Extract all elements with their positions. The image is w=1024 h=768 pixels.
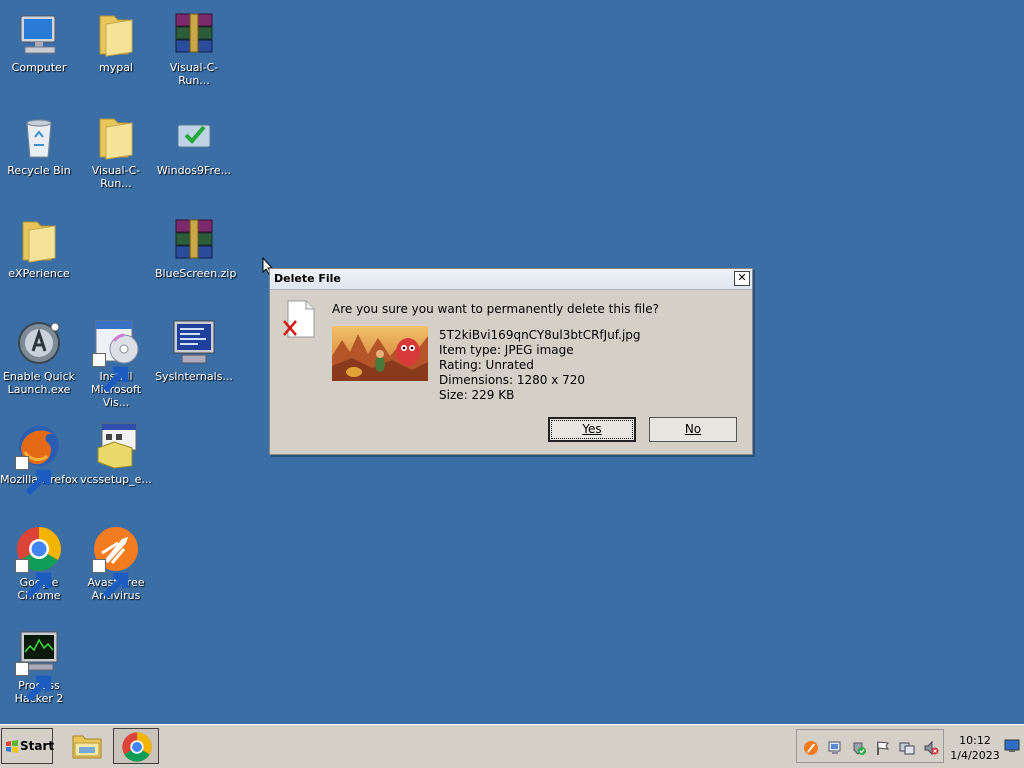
desktop-icon-avast[interactable]: Avast Free Antivirus [77, 525, 155, 602]
windows-logo-icon [6, 740, 18, 753]
desktop-icon-mypal[interactable]: mypal [77, 10, 155, 74]
firefox-icon [15, 422, 63, 496]
clock[interactable]: 10:12 1/4/2023 [948, 733, 1002, 763]
chrome-icon [15, 525, 63, 599]
desktop-icon-experience[interactable]: eXPerience [0, 216, 78, 280]
action-center-flag-icon[interactable] [875, 740, 891, 756]
desktop-icon-label: Recycle Bin [7, 164, 71, 177]
taskbar-file-explorer[interactable] [64, 728, 110, 764]
image-thumbnail [332, 326, 428, 381]
desktop-icon-recycle-bin[interactable]: Recycle Bin [0, 113, 78, 177]
item-type: Item type: JPEG image [439, 343, 574, 357]
desktop-icon-google-chrome[interactable]: Google Chrome [0, 525, 78, 602]
shortcut-arrow-icon [92, 353, 129, 393]
file-name: 5T2kiBvi169qnCY8ul3btCRfJuf.jpg [439, 328, 641, 342]
desktop-icon-label: mypal [98, 61, 133, 74]
desktop-icon-enable-quick-launch[interactable]: Enable Quick Launch.exe [0, 319, 78, 396]
file-size: Size: 229 KB [439, 388, 515, 402]
desktop-icon-mozilla-firefox[interactable]: Mozilla Firefox [0, 422, 78, 496]
winrar-archive-icon [170, 216, 218, 264]
folder-icon [92, 113, 140, 161]
folder-icon [15, 216, 63, 264]
chrome-icon [122, 732, 152, 762]
desktop-icon-bluescreen-zip[interactable]: BlueScreen.zip [155, 216, 237, 280]
dialog-titlebar[interactable]: Delete File ✕ [270, 269, 752, 290]
desktop-icon-visual-c-run-folder[interactable]: Visual-C-Run... [77, 113, 155, 190]
desktop-icon-label: Visual-C-Run... [91, 164, 141, 190]
desktop-icon-process-hacker[interactable]: Process Hacker 2 [0, 628, 78, 705]
shortcut-arrow-icon [15, 559, 52, 599]
recycle-bin-icon [15, 113, 63, 161]
desktop-icon-label: Computer [11, 61, 67, 74]
app-icon [15, 319, 63, 367]
clock-date: 1/4/2023 [950, 749, 1000, 762]
desktop-icon-computer[interactable]: Computer [0, 10, 78, 74]
clock-time: 10:12 [959, 734, 991, 747]
start-label: Start [20, 739, 55, 753]
taskbar: Start 10:12 1/4/2023 [0, 724, 1024, 768]
desktop-icon-vcssetup[interactable]: vcssetup_e... [77, 422, 155, 486]
no-button[interactable]: No [649, 417, 737, 442]
desktop-icon-windos9fre[interactable]: Windos9Fre... [155, 113, 233, 177]
system-tray [796, 729, 944, 763]
desktop-icon-label: SysInternals... [155, 370, 233, 383]
process-hacker-icon [15, 628, 63, 702]
volume-muted-icon[interactable] [923, 740, 939, 756]
no-button-label: No [684, 422, 702, 436]
desktop-icon-label: Windos9Fre... [156, 164, 232, 177]
file-info: 5T2kiBvi169qnCY8ul3btCRfJuf.jpg Item typ… [439, 328, 641, 403]
dialog-title: Delete File [274, 272, 341, 285]
taskbar-google-chrome[interactable] [113, 728, 159, 764]
file-explorer-icon [72, 735, 102, 759]
shortcut-arrow-icon [15, 662, 52, 702]
desktop-icon-label: Enable Quick Launch.exe [2, 370, 76, 396]
desktop-icon-label: eXPerience [8, 267, 70, 280]
dimensions: Dimensions: 1280 x 720 [439, 373, 586, 387]
delete-file-dialog: Delete File ✕ Are you sure you want to p… [269, 268, 753, 455]
avast-icon [92, 525, 140, 599]
monitor-app-icon [170, 319, 218, 367]
shortcut-arrow-icon [92, 559, 129, 599]
folder-icon [92, 10, 140, 58]
delete-file-icon [283, 300, 315, 338]
display-tray-icon[interactable] [899, 740, 915, 756]
shortcut-arrow-icon [15, 456, 52, 496]
dialog-question: Are you sure you want to permanently del… [332, 302, 659, 316]
avast-tray-icon[interactable] [803, 740, 819, 756]
installer-icon [170, 113, 218, 161]
setup-cd-icon [92, 319, 140, 393]
desktop-icon-label: Visual-C-Run... [169, 61, 219, 87]
show-desktop-icon[interactable] [1004, 739, 1020, 753]
setup-icon [92, 422, 140, 470]
security-tray-icon[interactable] [851, 740, 867, 756]
desktop-icon-sysinternals[interactable]: SysInternals... [155, 319, 233, 383]
yes-button-label: Yes [582, 422, 602, 436]
desktop-icon-label: BlueScreen.zip [155, 267, 237, 280]
desktop-icon-visual-c-run-archive[interactable]: Visual-C-Run... [155, 10, 233, 87]
desktop-icon-label: vcssetup_e... [80, 473, 152, 486]
start-button[interactable]: Start [1, 728, 55, 764]
winrar-archive-icon [170, 10, 218, 58]
computer-icon [15, 10, 63, 58]
close-button[interactable]: ✕ [734, 271, 750, 286]
network-tray-icon[interactable] [827, 740, 843, 756]
rating: Rating: Unrated [439, 358, 534, 372]
yes-button[interactable]: Yes [548, 417, 636, 442]
desktop-icon-install-microsoft-vis[interactable]: Install Microsoft Vis... [77, 319, 155, 409]
